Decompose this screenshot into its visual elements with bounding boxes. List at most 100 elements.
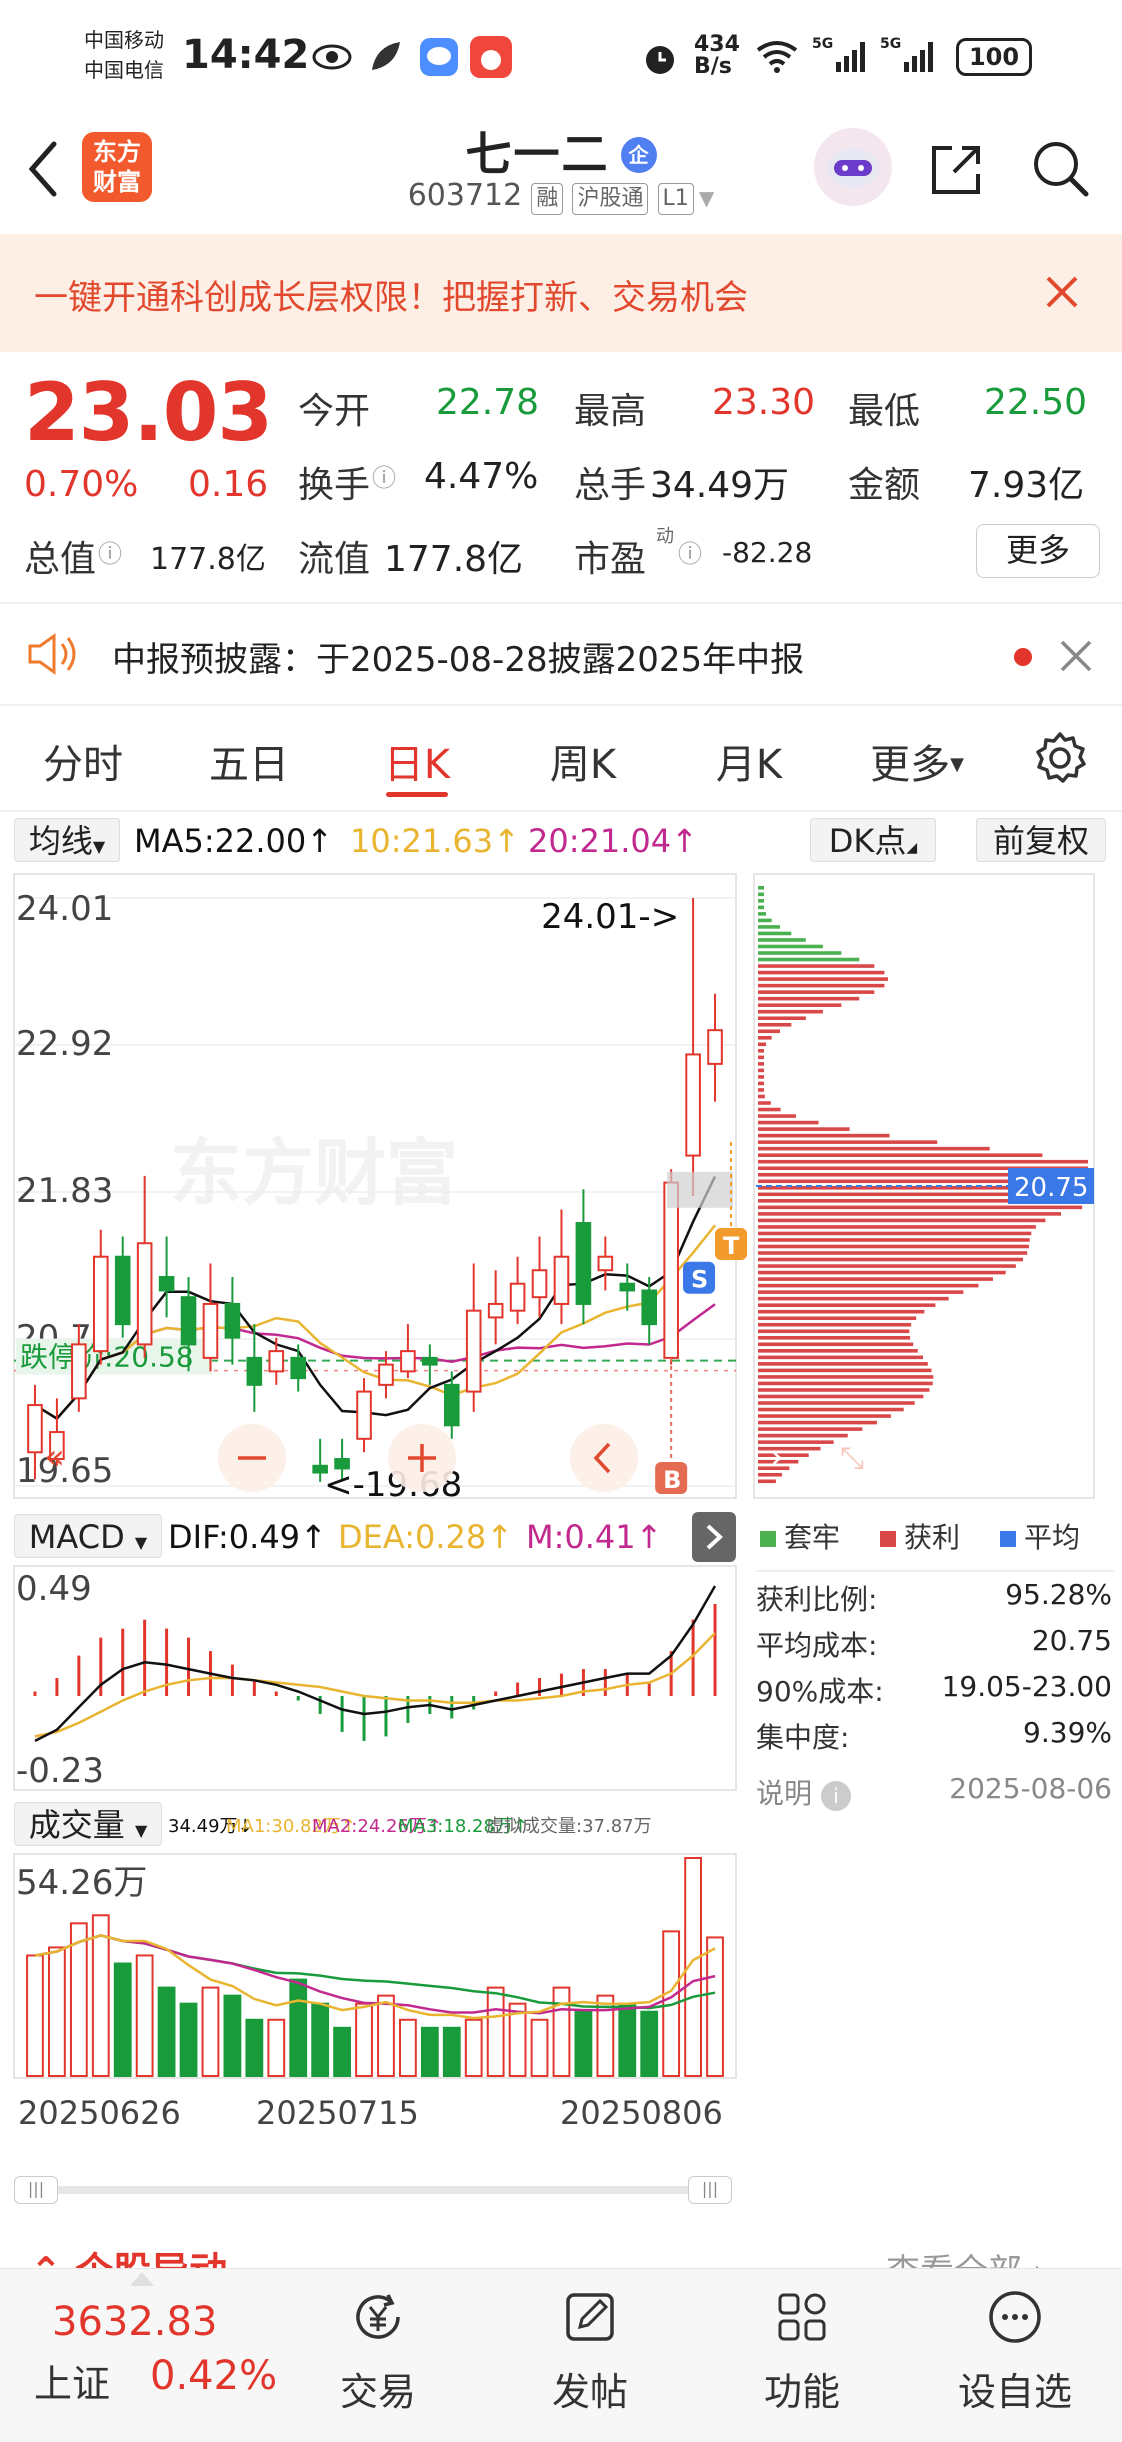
minus-button[interactable] <box>218 1424 286 1492</box>
volume-bar <box>530 2018 549 2077</box>
view-all-link[interactable]: 查看全部 › <box>886 2244 1046 2270</box>
chip-bar <box>758 1140 938 1144</box>
info-icon[interactable]: ⓘ <box>678 534 702 569</box>
adjust-select[interactable]: 前复权 <box>976 818 1106 862</box>
turnover-value: 4.47% <box>424 456 539 497</box>
close-icon[interactable] <box>1042 272 1082 312</box>
search-icon[interactable] <box>1028 136 1094 202</box>
chip-bar <box>758 1375 934 1379</box>
volume-bar <box>201 1986 220 2077</box>
tab-weekly-k[interactable]: 周K <box>520 732 646 790</box>
chip-bar <box>758 1088 764 1092</box>
next-section-peek: ⌃ 个股异动 查看全部 › <box>0 2230 1122 2270</box>
chip-bar <box>758 1401 915 1405</box>
amount-label: 金额 <box>848 465 921 506</box>
chip-bar <box>758 925 780 929</box>
speaker-icon <box>26 632 80 676</box>
macd-bar <box>318 1696 322 1714</box>
expand-arrow-icon[interactable] <box>692 1512 736 1562</box>
macd-chart[interactable]: 0.49 -0.23 <box>0 1564 740 1796</box>
nav-functions[interactable]: 功能 <box>742 2287 862 2437</box>
low-value: 22.50 <box>984 382 1088 423</box>
dk-label: DK点 <box>828 822 907 860</box>
low-label: 最低 <box>848 391 921 432</box>
settings-gear-icon[interactable] <box>1030 728 1090 788</box>
chip-bar <box>758 905 764 910</box>
macd-bar <box>559 1673 563 1696</box>
plus-button[interactable] <box>388 1424 456 1492</box>
clock: 14:42 <box>182 32 310 78</box>
active-tab-underline <box>386 792 448 797</box>
tag-margin: 融 <box>531 183 564 215</box>
nav-trade[interactable]: 交易 <box>318 2287 438 2437</box>
volume-value: 34.49万 <box>650 465 790 506</box>
chip-distribution-chart[interactable]: 20.75 › ⤡ <box>752 868 1122 1508</box>
info-icon[interactable]: ⓘ <box>372 458 396 493</box>
macd-bar <box>187 1637 191 1696</box>
macd-select[interactable]: MACD ▼ <box>14 1514 162 1558</box>
more-button[interactable]: 更多 <box>976 524 1100 578</box>
kline-chart[interactable]: 东方财富24.0122.9221.8320.7419.65跌停价:20.5824… <box>0 868 750 1508</box>
nav-add-watchlist[interactable]: 设自选 <box>940 2287 1090 2437</box>
chip-bar <box>758 1055 764 1060</box>
prev-button[interactable] <box>570 1424 638 1492</box>
chip-bar <box>758 1349 918 1353</box>
tab-more[interactable]: 更多▼ <box>862 732 972 790</box>
macd-bar <box>252 1680 256 1696</box>
chip-bar <box>758 1101 771 1105</box>
chip-bar <box>758 1238 1030 1242</box>
slider-handle-left[interactable]: ||| <box>14 2176 58 2204</box>
volume-bar <box>179 2002 198 2077</box>
dk-select[interactable]: DK点◢ <box>810 818 936 862</box>
enterprise-badge: 企 <box>620 137 657 173</box>
wifi-icon <box>752 36 802 76</box>
ma10-value: 10:21.63↑ <box>350 822 520 860</box>
caret-down-icon: ▼ <box>134 1821 148 1840</box>
unread-dot <box>1014 648 1032 666</box>
volume-bar <box>377 1994 395 2077</box>
chip-bar <box>758 1420 877 1425</box>
candle-body <box>487 1302 504 1319</box>
volume-bar <box>135 1954 154 2077</box>
note-link[interactable]: 说明 i <box>756 1772 851 1812</box>
share-icon[interactable] <box>924 136 990 202</box>
volume-select[interactable]: 成交量 ▼ <box>14 1802 162 1846</box>
macd-controls: MACD ▼ DIF:0.49↑ DEA:0.28↑ M:0.41↑ <box>0 1508 740 1564</box>
stat-label: 集中度: <box>756 1721 850 1754</box>
x-date-label: 20250806 <box>560 2094 723 2124</box>
index-widget[interactable]: 3632.83 上证 0.42% <box>0 2269 300 2442</box>
range-slider[interactable]: ||| ||| <box>14 2176 732 2204</box>
macd-bar <box>340 1696 344 1732</box>
tab-monthly-k[interactable]: 月K <box>686 732 812 790</box>
volume-bar <box>618 2002 637 2077</box>
volume-bar <box>48 1946 66 2077</box>
caret-down-icon[interactable]: ▼ <box>699 186 714 210</box>
grid-apps-icon <box>772 2287 832 2347</box>
candle-body <box>575 1222 592 1305</box>
tab-intraday[interactable]: 分时 <box>20 732 146 790</box>
x-date-label: 20250626 <box>18 2094 181 2124</box>
tab-five-day[interactable]: 五日 <box>186 732 312 790</box>
chip-bar <box>758 1022 792 1027</box>
chip-bar <box>758 1342 914 1347</box>
nav-add-watchlist-label: 设自选 <box>957 2370 1072 2414</box>
notice-text: 中报预披露：于2025-08-28披露2025年中报 <box>112 640 805 680</box>
nav-post[interactable]: 发帖 <box>530 2287 650 2437</box>
slider-handle-right[interactable]: ||| <box>688 2176 732 2204</box>
notice-bar[interactable]: 中报预披露：于2025-08-28披露2025年中报 <box>0 604 1122 704</box>
tag-connect: 沪股通 <box>572 183 649 215</box>
promo-banner[interactable]: 一键开通科创成长层权限！把握打新、交易机会 <box>0 234 1122 352</box>
candle-body <box>641 1289 658 1326</box>
candle-body <box>378 1363 394 1386</box>
chip-bar <box>758 990 875 994</box>
tab-daily-k[interactable]: 日K <box>354 732 480 790</box>
stat-label: 获利比例: <box>756 1583 878 1616</box>
chip-bar <box>758 1049 764 1053</box>
volume-chart[interactable]: 54.26万 20250626 20250715 20250806 <box>0 1852 740 2124</box>
close-icon[interactable] <box>1058 638 1094 674</box>
macd-bar <box>647 1682 651 1696</box>
ma-select[interactable]: 均线▼ <box>14 818 120 862</box>
robot-assistant-icon[interactable] <box>814 128 892 206</box>
net-unit: B/s <box>694 54 732 79</box>
info-icon[interactable]: ⓘ <box>98 534 122 569</box>
